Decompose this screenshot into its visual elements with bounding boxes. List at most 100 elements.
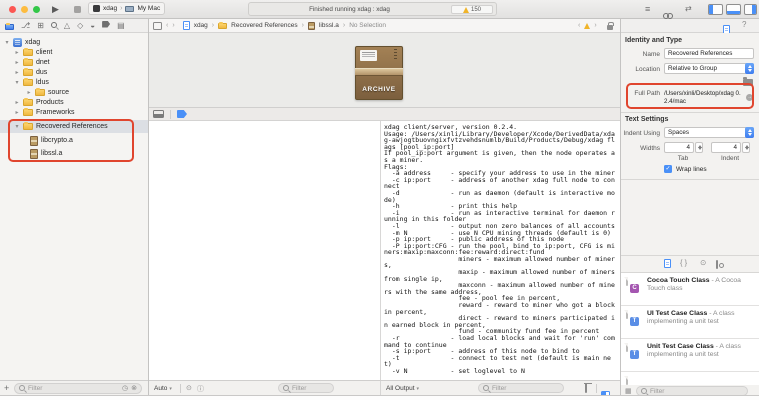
quick-help-inspector-tab[interactable]: ?: [742, 20, 746, 29]
run-button[interactable]: ▶: [52, 5, 59, 14]
tree-row-libcrypto[interactable]: libcrypto.a: [30, 135, 73, 146]
next-issue-button[interactable]: ›: [594, 22, 596, 29]
folder-icon: [23, 49, 33, 56]
file-template-icon: T: [626, 310, 628, 319]
source-control-navigator-icon[interactable]: ⎇: [21, 21, 30, 31]
scheme-selector[interactable]: xdag › My Mac: [88, 2, 165, 15]
tree-row-frameworks[interactable]: ▸Frameworks: [14, 107, 75, 118]
previous-issue-button[interactable]: ‹: [578, 22, 580, 29]
disclosure-triangle[interactable]: ▸: [14, 99, 20, 106]
add-item-button[interactable]: +: [4, 383, 9, 393]
debug-bar: [148, 108, 620, 121]
tree-row-recovered-references[interactable]: ▾ Recovered References: [14, 121, 108, 132]
zoom-window-button[interactable]: [33, 6, 40, 13]
toggle-inspector-button[interactable]: [744, 4, 757, 15]
library-item-partial[interactable]: [620, 372, 759, 385]
wrap-lines-label: Wrap lines: [676, 166, 707, 173]
navigator-filter-field[interactable]: Filter ◷ ⊗: [14, 383, 142, 394]
recent-files-filter-icon[interactable]: ◷: [122, 384, 128, 392]
report-navigator-icon[interactable]: ▤: [117, 21, 125, 31]
debug-console[interactable]: xdag client/server, version 0.2.4. Usage…: [380, 121, 620, 380]
indent-using-label: Indent Using: [620, 130, 660, 137]
standard-editor-button[interactable]: ≡: [645, 4, 650, 14]
console-scope-popup[interactable]: All Output▾: [386, 385, 419, 392]
library-item-unit-test-case-class[interactable]: T Unit Test Case Class - A class impleme…: [620, 339, 759, 372]
tree-row-label: Recovered References: [36, 123, 108, 130]
indent-width-field[interactable]: 4: [711, 142, 741, 153]
disclosure-triangle[interactable]: ▸: [26, 89, 32, 96]
library-code-snippets-tab[interactable]: { }: [680, 258, 687, 267]
go-back-button[interactable]: ‹: [166, 22, 168, 29]
variables-filter-field[interactable]: Filter: [278, 383, 334, 393]
tab-caption: Tab: [664, 155, 702, 162]
class-badge: T: [630, 350, 639, 359]
library-file-templates-tab[interactable]: [664, 259, 671, 268]
disclosure-triangle[interactable]: ▾: [4, 39, 10, 46]
indent-popup-stepper[interactable]: [745, 127, 754, 138]
symbol-navigator-icon[interactable]: ⊞: [37, 21, 44, 31]
filter-placeholder: Filter: [292, 385, 306, 392]
library-view-toggle-icon[interactable]: ▦: [625, 387, 632, 395]
tree-row-libssl[interactable]: libssl.a: [30, 148, 62, 159]
location-popup-stepper[interactable]: [745, 63, 754, 74]
close-window-button[interactable]: [9, 6, 16, 13]
navigator-toggle-fill: [709, 5, 713, 14]
folder-icon: [23, 123, 33, 130]
library-objects-tab[interactable]: ⊙: [700, 258, 706, 267]
issue-navigator-icon[interactable]: △: [64, 21, 70, 31]
console-filter-field[interactable]: Filter: [478, 383, 564, 393]
choose-location-folder-button[interactable]: [743, 79, 753, 86]
navigator-editor-divider[interactable]: [148, 19, 149, 395]
group-folder-icon: [218, 23, 227, 29]
location-popup[interactable]: Relative to Group: [664, 63, 754, 74]
tree-row-label: libcrypto.a: [41, 137, 73, 144]
jumpbar-segment-file[interactable]: libssl.a: [319, 22, 339, 29]
toggle-debug-area-button[interactable]: [726, 4, 741, 15]
full-path-jump-arrow-button[interactable]: →: [746, 94, 753, 101]
disclosure-triangle[interactable]: ▸: [14, 59, 20, 66]
jumpbar-segment-project[interactable]: xdag: [194, 22, 208, 29]
test-navigator-icon[interactable]: ◇: [77, 21, 83, 31]
tab-width-stepper[interactable]: [695, 142, 703, 153]
indent-using-popup[interactable]: Spaces: [664, 127, 754, 138]
stop-button[interactable]: [74, 6, 81, 13]
debug-navigator-icon[interactable]: ◒: [90, 21, 95, 31]
disclosure-triangle[interactable]: ▸: [14, 69, 20, 76]
search-navigator-icon[interactable]: [51, 21, 57, 31]
disclosure-triangle[interactable]: ▾: [14, 79, 20, 86]
debug-info-icon[interactable]: ⓘ: [197, 384, 204, 394]
archive-file-icon: [30, 149, 38, 159]
toggle-navigator-button[interactable]: [708, 4, 723, 15]
project-file-icon: [183, 21, 190, 30]
chevron-right-icon: ›: [120, 5, 122, 12]
warning-count-badge[interactable]: 150: [451, 5, 493, 14]
indent-width-stepper[interactable]: [742, 142, 750, 153]
warning-icon: [584, 23, 590, 29]
library-media-tab[interactable]: [716, 260, 718, 269]
breakpoint-navigator-icon[interactable]: [102, 21, 110, 31]
tab-width-field[interactable]: 4: [664, 142, 694, 153]
disclosure-triangle[interactable]: ▸: [14, 49, 20, 56]
go-forward-button[interactable]: ›: [172, 22, 174, 29]
indent-width-value: 4: [733, 144, 737, 151]
disclosure-triangle[interactable]: ▾: [14, 123, 20, 130]
version-editor-button[interactable]: ⇄: [685, 4, 692, 13]
library-item-ui-test-case-class[interactable]: T UI Test Case Class - A class implement…: [620, 306, 759, 339]
library-item-cocoa-touch-class[interactable]: C Cocoa Touch Class - A Cocoa Touch clas…: [620, 273, 759, 306]
source-control-filter-icon[interactable]: ⊗: [131, 384, 137, 392]
related-items-icon[interactable]: [153, 22, 162, 30]
wrap-lines-checkbox[interactable]: ✓: [664, 165, 672, 173]
jumpbar-segment-group[interactable]: Recovered References: [231, 22, 297, 29]
folder-icon: [23, 69, 33, 76]
name-field[interactable]: Recovered References: [664, 48, 754, 59]
variables-scope-popup[interactable]: Auto▾: [154, 385, 172, 392]
debug-memory-icon[interactable]: ⊙: [186, 384, 192, 392]
minimize-window-button[interactable]: [21, 6, 28, 13]
disclosure-triangle[interactable]: ▸: [14, 109, 20, 116]
editor-inspector-divider[interactable]: [620, 19, 621, 395]
project-navigator-tab[interactable]: [5, 17, 14, 35]
hide-debug-area-button[interactable]: [153, 110, 164, 118]
build-status-text: Finished running xdag : xdag: [249, 6, 450, 13]
clear-console-button[interactable]: [585, 384, 587, 393]
activate-breakpoints-button[interactable]: [177, 110, 187, 118]
